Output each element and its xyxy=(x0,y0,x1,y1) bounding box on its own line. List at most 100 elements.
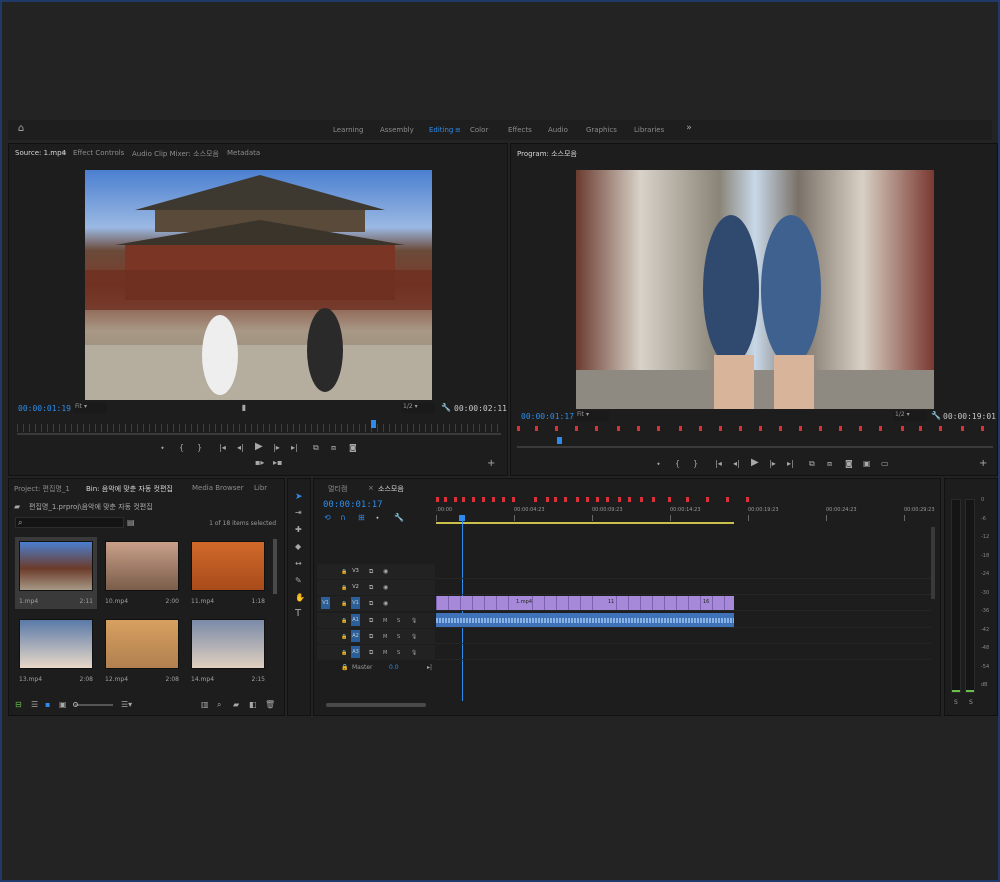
list-view-icon[interactable]: ☰ xyxy=(31,701,38,709)
timeline-marker[interactable] xyxy=(444,497,447,502)
work-area-bar[interactable] xyxy=(436,522,734,524)
source-export-frame-icon[interactable]: ◙ xyxy=(349,444,357,452)
timeline-marker[interactable] xyxy=(546,497,549,502)
solo-right-button[interactable]: S xyxy=(969,699,973,706)
clip-item[interactable]: 1.mp4 2:11 xyxy=(15,537,97,609)
timeline-marker[interactable] xyxy=(640,497,643,502)
timeline-v-scroll[interactable] xyxy=(931,527,935,599)
microphone-icon[interactable]: 🎙 xyxy=(411,649,417,657)
track-lock-icon[interactable]: 🔒 xyxy=(341,584,347,592)
project-tab-2[interactable]: Media Browser xyxy=(192,484,244,492)
new-item-icon[interactable]: ◧ xyxy=(249,701,257,709)
workspace-tab-color[interactable]: Color xyxy=(470,126,488,134)
sync-lock-icon[interactable]: ⧉ xyxy=(369,633,373,641)
video-track-lane[interactable] xyxy=(436,596,931,611)
program-marker[interactable] xyxy=(859,426,862,431)
timeline-marker[interactable] xyxy=(454,497,457,502)
timeline-marker[interactable] xyxy=(512,497,515,502)
workspace-tab-assembly[interactable]: Assembly xyxy=(380,126,414,134)
program-marker[interactable] xyxy=(739,426,742,431)
selection-tool-icon[interactable]: ➤ xyxy=(295,493,303,502)
program-marker[interactable] xyxy=(555,426,558,431)
project-search-input[interactable]: ⌕ xyxy=(15,517,124,528)
program-playhead[interactable] xyxy=(557,437,562,444)
source-overwrite-icon[interactable]: ⧈ xyxy=(331,444,336,452)
program-go-out-icon[interactable]: ▸| xyxy=(787,460,794,468)
zoom-slider[interactable] xyxy=(73,702,113,707)
mute-icon[interactable]: M xyxy=(383,633,387,641)
source-fit-select[interactable]: Fit ▾ xyxy=(73,403,107,413)
program-marker[interactable] xyxy=(517,426,520,431)
source-go-out-icon[interactable]: ▸| xyxy=(291,444,298,452)
slip-tool-icon[interactable]: ↔ xyxy=(295,560,302,568)
project-tab-1[interactable]: Bin: 음악에 맞춘 자동 컷편집 xyxy=(86,484,173,494)
timeline-marker[interactable] xyxy=(746,497,749,502)
mute-icon[interactable]: M xyxy=(383,617,387,625)
program-marker[interactable] xyxy=(819,426,822,431)
source-play-icon[interactable]: ▶ xyxy=(255,442,263,452)
program-extract-icon[interactable]: ⧈ xyxy=(827,460,832,468)
clip-item[interactable]: 11.mp4 1:18 xyxy=(187,537,269,609)
program-marker[interactable] xyxy=(575,426,578,431)
project-scrollbar[interactable] xyxy=(273,539,277,594)
workspace-tab-editing[interactable]: Editing xyxy=(429,126,453,134)
track-label[interactable]: A1 xyxy=(351,614,360,626)
clip-item[interactable]: 14.mp4 2:15 xyxy=(187,615,269,687)
track-lock-icon[interactable]: 🔒 xyxy=(341,568,347,576)
track-lock-icon[interactable]: 🔒 xyxy=(341,649,347,657)
program-marker[interactable] xyxy=(679,426,682,431)
timeline-marker[interactable] xyxy=(726,497,729,502)
sync-lock-icon[interactable]: ⧉ xyxy=(369,600,373,608)
source-go-in-icon[interactable]: |◂ xyxy=(219,444,226,452)
new-bin-icon[interactable]: ▰ xyxy=(233,701,239,709)
eye-icon[interactable]: ◉ xyxy=(383,568,388,576)
program-marker[interactable] xyxy=(779,426,782,431)
source-drag-video-icon[interactable]: ▪▸ xyxy=(255,459,264,467)
solo-icon[interactable]: S xyxy=(397,633,400,641)
timeline-marker[interactable] xyxy=(472,497,475,502)
source-marker-icon[interactable]: ⬩ xyxy=(161,444,164,452)
new-search-bin-icon[interactable]: ▤ xyxy=(127,519,135,527)
home-icon[interactable]: ⌂ xyxy=(16,124,26,134)
timeline-marker[interactable] xyxy=(436,497,439,502)
microphone-icon[interactable]: 🎙 xyxy=(411,633,417,641)
program-mark-in-icon[interactable]: { xyxy=(675,460,680,468)
track-label[interactable]: A2 xyxy=(351,630,360,642)
program-marker[interactable] xyxy=(657,426,660,431)
timeline-marker[interactable] xyxy=(628,497,631,502)
timeline-marker[interactable] xyxy=(564,497,567,502)
source-drag-audio-icon[interactable]: ▸▪ xyxy=(273,459,282,467)
program-tab[interactable]: Program: 소스모음 xyxy=(517,149,577,159)
program-marker[interactable] xyxy=(595,426,598,431)
linked-selection-icon[interactable]: ⊞ xyxy=(358,514,365,522)
eye-icon[interactable]: ◉ xyxy=(383,600,388,608)
program-mark-out-icon[interactable]: } xyxy=(693,460,698,468)
timeline-marker[interactable] xyxy=(502,497,505,502)
source-settings-wrench-icon[interactable]: 🔧 xyxy=(441,404,451,412)
program-marker-icon[interactable]: ⬩ xyxy=(657,460,660,468)
source-timecode-in[interactable]: 00:00:01:19 xyxy=(18,404,71,413)
source-mark-out-icon[interactable]: } xyxy=(197,444,202,452)
pen-tool-icon[interactable]: ✎ xyxy=(295,577,302,585)
program-marker[interactable] xyxy=(879,426,882,431)
timeline-marker[interactable] xyxy=(706,497,709,502)
program-lift-icon[interactable]: ⧉ xyxy=(809,460,815,468)
timeline-marker[interactable] xyxy=(534,497,537,502)
timeline-ruler[interactable]: :00:00 00:00:04:23 00:00:09:23 00:00:14:23 0… xyxy=(436,507,936,521)
video-track-lane[interactable] xyxy=(436,580,931,595)
program-timecode-in[interactable]: 00:00:01:17 xyxy=(521,412,574,421)
track-label[interactable]: A3 xyxy=(351,646,360,658)
trash-icon[interactable]: 🗑 xyxy=(265,701,275,709)
hand-tool-icon[interactable]: ✋ xyxy=(295,594,305,602)
program-add-button-icon[interactable]: + xyxy=(979,459,987,469)
master-volume[interactable]: 0.0 xyxy=(389,664,399,671)
program-marker[interactable] xyxy=(939,426,942,431)
program-resolution-select[interactable]: 1/2 ▾ xyxy=(893,411,927,421)
timeline-marker[interactable] xyxy=(606,497,609,502)
program-step-forward-icon[interactable]: |▸ xyxy=(769,460,776,468)
workspace-tab-audio[interactable]: Audio xyxy=(548,126,568,134)
workspace-tab-learning[interactable]: Learning xyxy=(333,126,363,134)
clip-item[interactable]: 10.mp4 2:00 xyxy=(101,537,183,609)
more-workspaces-icon[interactable]: » xyxy=(684,124,694,133)
sort-icon[interactable]: ☰▾ xyxy=(121,701,132,709)
